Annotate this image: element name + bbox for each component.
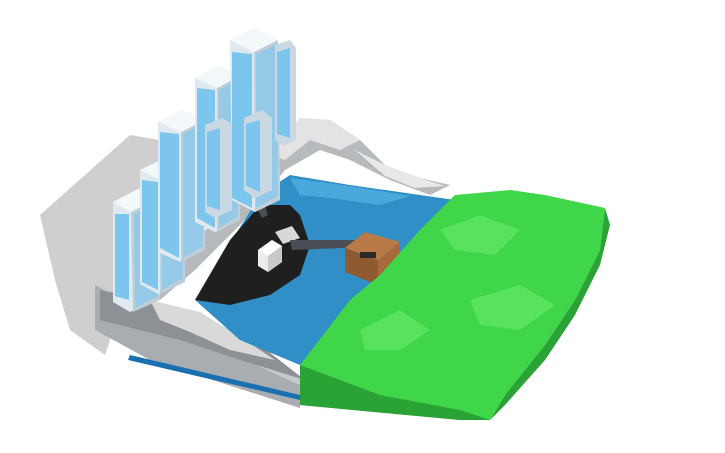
model-scene[interactable] [0, 0, 725, 453]
3d-viewport[interactable] [0, 0, 725, 453]
